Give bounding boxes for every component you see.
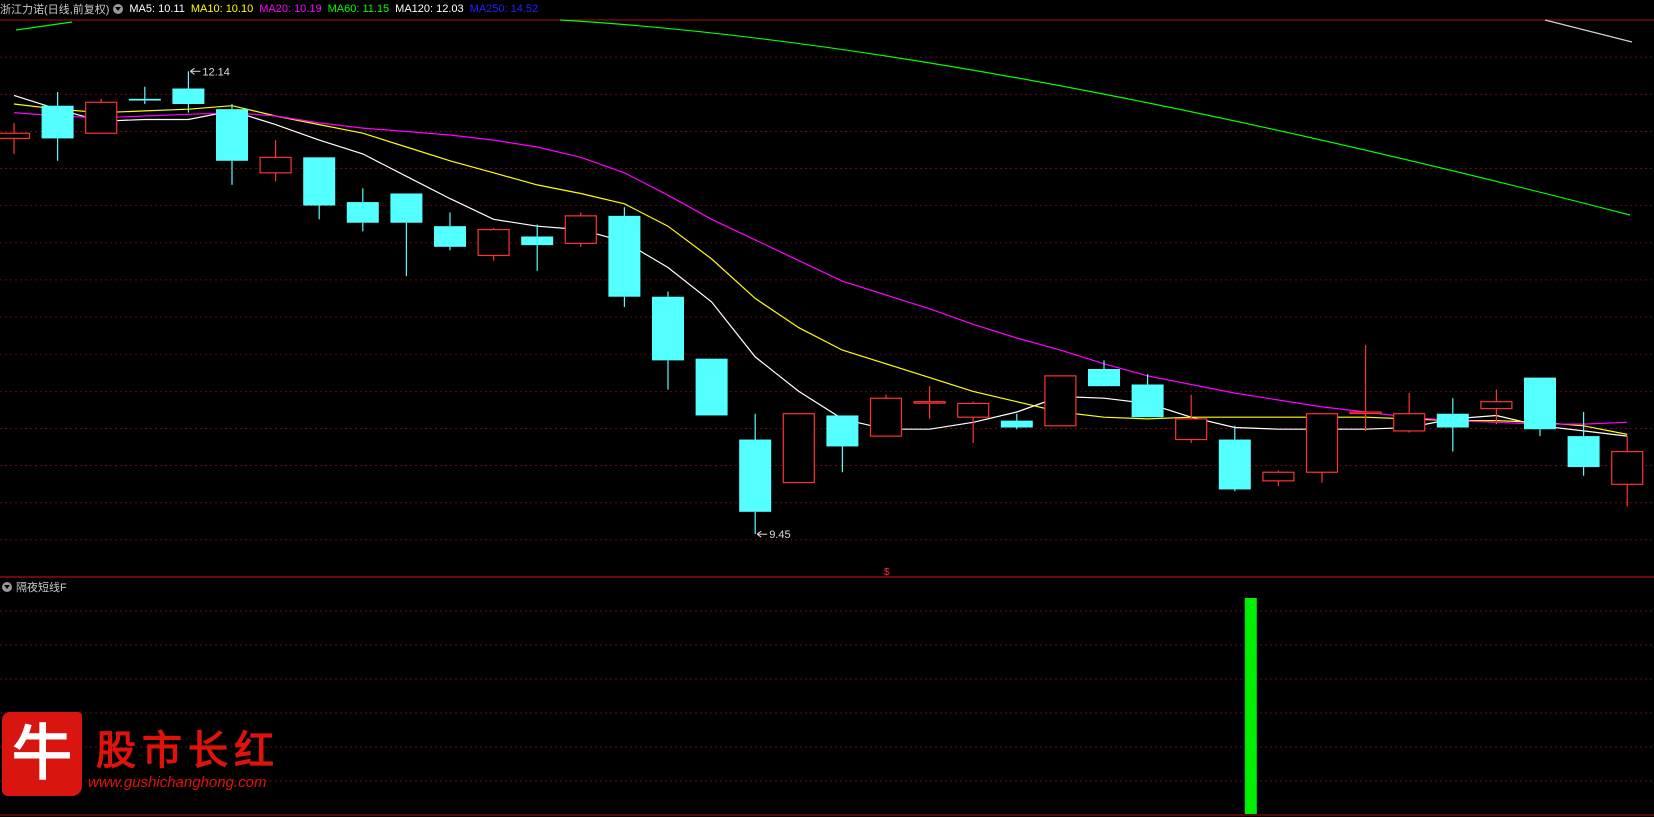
- ma-legend-item: MA120: 12.03: [395, 3, 464, 15]
- candle-body: [0, 132, 31, 140]
- sub-chart-header: 隔夜短线F: [0, 578, 67, 596]
- watermark-url: www.gushichanghong.com: [88, 774, 267, 791]
- period-label: (日线,前复权): [44, 4, 110, 16]
- candle-body: [695, 358, 728, 416]
- candle-body: [1262, 471, 1295, 482]
- ma60-line: [15, 21, 73, 31]
- candle-body: [346, 202, 379, 223]
- candle-body: [128, 98, 161, 101]
- candle-body: [739, 439, 772, 512]
- dollar-marker-icon: $: [884, 567, 890, 578]
- main-chart-header: 浙江力诺 (日线,前复权) MA5: 10.11 MA10: 10.10 MA20:…: [0, 0, 544, 18]
- candle-body: [521, 236, 554, 246]
- candle-body: [1480, 401, 1513, 410]
- ma-legend-item: MA60: 11.15: [327, 3, 390, 15]
- price-marker-label: 12.14: [202, 66, 230, 78]
- candle-body: [390, 193, 423, 223]
- kline-chart[interactable]: 12.14 9.45 $: [0, 0, 1654, 817]
- candle-body: [1436, 413, 1469, 428]
- candle-body: [41, 105, 74, 139]
- candle-body: [913, 401, 946, 404]
- ma-legend: MA5: 10.11 MA10: 10.10 MA20: 10.19 MA60: 11…: [129, 3, 544, 15]
- candle-body: [1044, 375, 1077, 427]
- candle-body: [216, 109, 248, 161]
- candle-body: [1611, 450, 1644, 485]
- watermark-text: 股市长红: [96, 727, 280, 774]
- ma120-line: [1544, 19, 1633, 43]
- candle-body: [782, 413, 815, 484]
- ma5-line: [13, 94, 1628, 437]
- candle-body: [172, 88, 205, 104]
- candle-body: [434, 226, 466, 247]
- candle-body: [1218, 439, 1251, 490]
- candle-body: [1349, 411, 1382, 415]
- candle-body: [608, 215, 641, 297]
- candle-body: [1088, 368, 1120, 387]
- candle-body: [652, 296, 684, 361]
- chevron-down-icon[interactable]: [2, 582, 12, 592]
- candle-body: [85, 101, 118, 134]
- ma-legend-item: MA10: 10.10: [190, 3, 254, 15]
- watermark-logo: 牛 股市长红 www.gushichanghong.com: [0, 712, 310, 804]
- candle-body: [1567, 436, 1600, 468]
- candle-body: [826, 415, 859, 447]
- candle-body: [1305, 413, 1339, 473]
- signal-bar: [1244, 598, 1257, 814]
- candle-body: [1175, 418, 1208, 441]
- candle-body: [259, 156, 292, 174]
- ma-legend-item: MA5: 10.11: [129, 3, 185, 15]
- chevron-down-icon[interactable]: [113, 4, 124, 14]
- ma-legend-item: MA20: 10.19: [259, 3, 322, 15]
- stock-name: 浙江力诺: [0, 4, 44, 16]
- ma20-line: [13, 111, 1628, 425]
- candle-body: [564, 215, 597, 244]
- candle-body: [957, 402, 990, 418]
- candle-body: [1000, 420, 1033, 428]
- candle-body: [303, 157, 336, 206]
- ma-legend-item: MA250: 14.52: [469, 3, 539, 15]
- price-marker-label: 9.45: [769, 529, 790, 541]
- ma60-line: [559, 19, 1631, 216]
- ma10-line: [13, 103, 1628, 435]
- candle-body: [477, 229, 510, 257]
- ox-logo-icon: 牛: [2, 712, 82, 796]
- candle-body: [1131, 384, 1164, 418]
- candle-body: [1393, 413, 1426, 432]
- candle-body: [1524, 377, 1556, 430]
- candle-body: [869, 397, 903, 437]
- sub-indicator-name: 隔夜短线F: [16, 582, 67, 594]
